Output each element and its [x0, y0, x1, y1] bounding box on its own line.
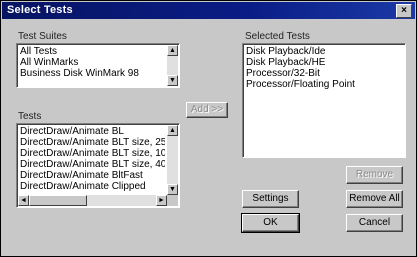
- remove-all-button[interactable]: Remove All: [346, 190, 403, 208]
- selected-tests-label: Selected Tests: [245, 31, 310, 42]
- scroll-up-icon[interactable]: ▲: [167, 125, 178, 136]
- scroll-right-icon[interactable]: ►: [156, 195, 167, 206]
- select-tests-dialog: Select Tests × Test Suites All Tests All…: [0, 0, 417, 257]
- list-item[interactable]: DirectDraw/Animate BLT size, 256: [20, 137, 165, 148]
- list-item[interactable]: DirectDraw/Animate BLT size, 409: [20, 159, 165, 170]
- test-suites-scrollbar[interactable]: ▲ ▼: [167, 45, 178, 86]
- test-suites-list[interactable]: All Tests All WinMarks Business Disk Win…: [16, 43, 180, 88]
- cancel-button[interactable]: Cancel: [346, 214, 403, 232]
- tests-label: Tests: [18, 111, 42, 122]
- list-item[interactable]: Processor/32-Bit: [246, 68, 402, 79]
- dialog-title: Select Tests: [7, 4, 73, 16]
- list-item[interactable]: Processor/Floating Point: [246, 79, 402, 90]
- list-item[interactable]: Business Disk WinMark 98: [20, 68, 165, 79]
- title-bar: Select Tests ×: [2, 2, 415, 19]
- tests-vertical-scrollbar[interactable]: ▲ ▼: [167, 125, 178, 195]
- list-item[interactable]: DirectDraw/Animate Clipped: [20, 181, 165, 192]
- list-item[interactable]: All Tests: [20, 46, 165, 57]
- tests-list[interactable]: DirectDraw/Animate BL DirectDraw/Animate…: [16, 123, 180, 208]
- list-item[interactable]: Disk Playback/HE: [246, 57, 402, 68]
- list-item[interactable]: All WinMarks: [20, 57, 165, 68]
- scroll-down-icon[interactable]: ▼: [167, 75, 178, 86]
- settings-button[interactable]: Settings: [242, 190, 299, 208]
- test-suites-label: Test Suites: [18, 31, 67, 42]
- list-item[interactable]: DirectDraw/Animate BLT size, 102: [20, 148, 165, 159]
- scroll-up-icon[interactable]: ▲: [167, 45, 178, 56]
- scrollbar-corner: [167, 195, 178, 206]
- add-button[interactable]: Add >>: [186, 102, 228, 118]
- list-item[interactable]: DirectDraw/Animate BL: [20, 126, 165, 137]
- list-item[interactable]: Disk Playback/Ide: [246, 46, 402, 57]
- selected-tests-list[interactable]: Disk Playback/Ide Disk Playback/HE Proce…: [242, 43, 406, 158]
- scroll-thumb[interactable]: [29, 195, 87, 206]
- scroll-down-icon[interactable]: ▼: [167, 184, 178, 195]
- list-item[interactable]: DirectDraw/Animate BltFast: [20, 170, 165, 181]
- close-icon[interactable]: ×: [396, 4, 412, 18]
- ok-button[interactable]: OK: [241, 213, 300, 233]
- tests-horizontal-scrollbar[interactable]: ◄ ►: [18, 195, 167, 206]
- scroll-left-icon[interactable]: ◄: [18, 195, 29, 206]
- remove-button[interactable]: Remove: [346, 166, 403, 184]
